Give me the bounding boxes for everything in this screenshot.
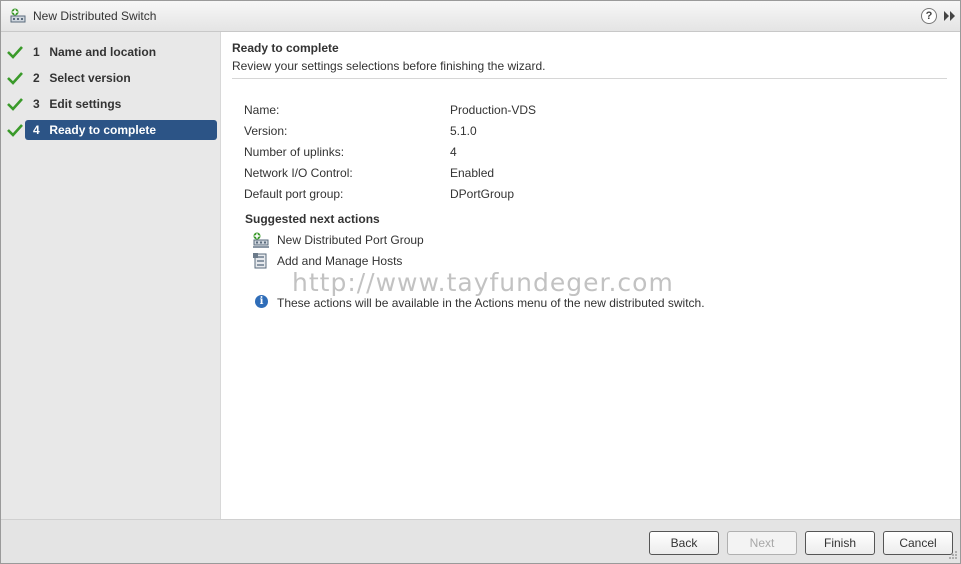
wizard-footer: Back Next Finish Cancel	[1, 519, 960, 563]
step-select-version[interactable]: 2 Select version	[1, 68, 221, 88]
step-pill: 2 Select version	[25, 68, 217, 88]
setting-row-version: Version: 5.1.0	[244, 124, 844, 140]
step-label: Select version	[49, 71, 131, 85]
step-label: Edit settings	[49, 97, 122, 111]
watermark-text: http://www.tayfundeger.com	[292, 268, 674, 297]
page-subtitle: Review your settings selections before f…	[232, 59, 546, 73]
setting-label: Default port group:	[244, 187, 344, 201]
help-icon[interactable]: ?	[921, 8, 937, 24]
step-pill: 3 Edit settings	[25, 94, 217, 114]
setting-row-network-io-control: Network I/O Control: Enabled	[244, 166, 844, 182]
setting-label: Number of uplinks:	[244, 145, 345, 159]
resize-grip-icon[interactable]	[948, 550, 958, 560]
check-icon	[7, 46, 23, 59]
check-icon	[7, 72, 23, 85]
action-new-distributed-port-group[interactable]: New Distributed Port Group	[252, 231, 652, 249]
check-icon	[7, 98, 23, 111]
step-ready-to-complete[interactable]: 4 Ready to complete	[1, 120, 221, 140]
setting-value: 5.1.0	[450, 124, 477, 138]
step-number: 2	[33, 71, 40, 85]
step-label: Name and location	[49, 45, 157, 59]
new-port-group-icon	[253, 232, 269, 248]
step-label: Ready to complete	[49, 123, 157, 137]
action-label: Add and Manage Hosts	[277, 254, 403, 268]
title-bar: New Distributed Switch ?	[1, 1, 960, 32]
distributed-switch-icon	[10, 8, 26, 23]
info-note: i These actions will be available in the…	[255, 294, 855, 310]
finish-button[interactable]: Finish	[805, 531, 875, 555]
setting-value: DPortGroup	[450, 187, 515, 201]
step-number: 3	[33, 97, 40, 111]
divider	[232, 78, 947, 79]
back-button[interactable]: Back	[649, 531, 719, 555]
page-title: Ready to complete	[232, 41, 339, 55]
setting-label: Version:	[244, 124, 288, 138]
info-icon: i	[255, 295, 268, 308]
expand-icon[interactable]	[943, 10, 957, 22]
step-number: 4	[33, 123, 40, 137]
wizard-content: Ready to complete Review your settings s…	[222, 32, 960, 519]
new-distributed-switch-dialog: New Distributed Switch ? 1 Name and loca…	[0, 0, 961, 564]
setting-value: Enabled	[450, 166, 495, 180]
step-edit-settings[interactable]: 3 Edit settings	[1, 94, 221, 114]
setting-value: Production-VDS	[450, 103, 537, 117]
action-label: New Distributed Port Group	[277, 233, 424, 247]
wizard-steps-nav: 1 Name and location 2 Select version 3 E…	[1, 32, 221, 519]
step-pill: 1 Name and location	[25, 42, 217, 62]
add-hosts-icon	[253, 253, 267, 269]
info-text: These actions will be available in the A…	[277, 296, 705, 310]
suggested-actions-title: Suggested next actions	[245, 212, 380, 226]
setting-row-name: Name: Production-VDS	[244, 103, 844, 119]
next-button[interactable]: Next	[727, 531, 797, 555]
setting-row-default-port-group: Default port group: DPortGroup	[244, 187, 844, 203]
step-number: 1	[33, 45, 40, 59]
step-name-and-location[interactable]: 1 Name and location	[1, 42, 221, 62]
dialog-title: New Distributed Switch	[33, 9, 157, 23]
setting-label: Network I/O Control:	[244, 166, 353, 180]
cancel-button[interactable]: Cancel	[883, 531, 953, 555]
setting-row-uplinks: Number of uplinks: 4	[244, 145, 844, 161]
setting-value: 4	[450, 145, 457, 159]
step-pill: 4 Ready to complete	[25, 120, 217, 140]
check-icon	[7, 124, 23, 137]
setting-label: Name:	[244, 103, 280, 117]
